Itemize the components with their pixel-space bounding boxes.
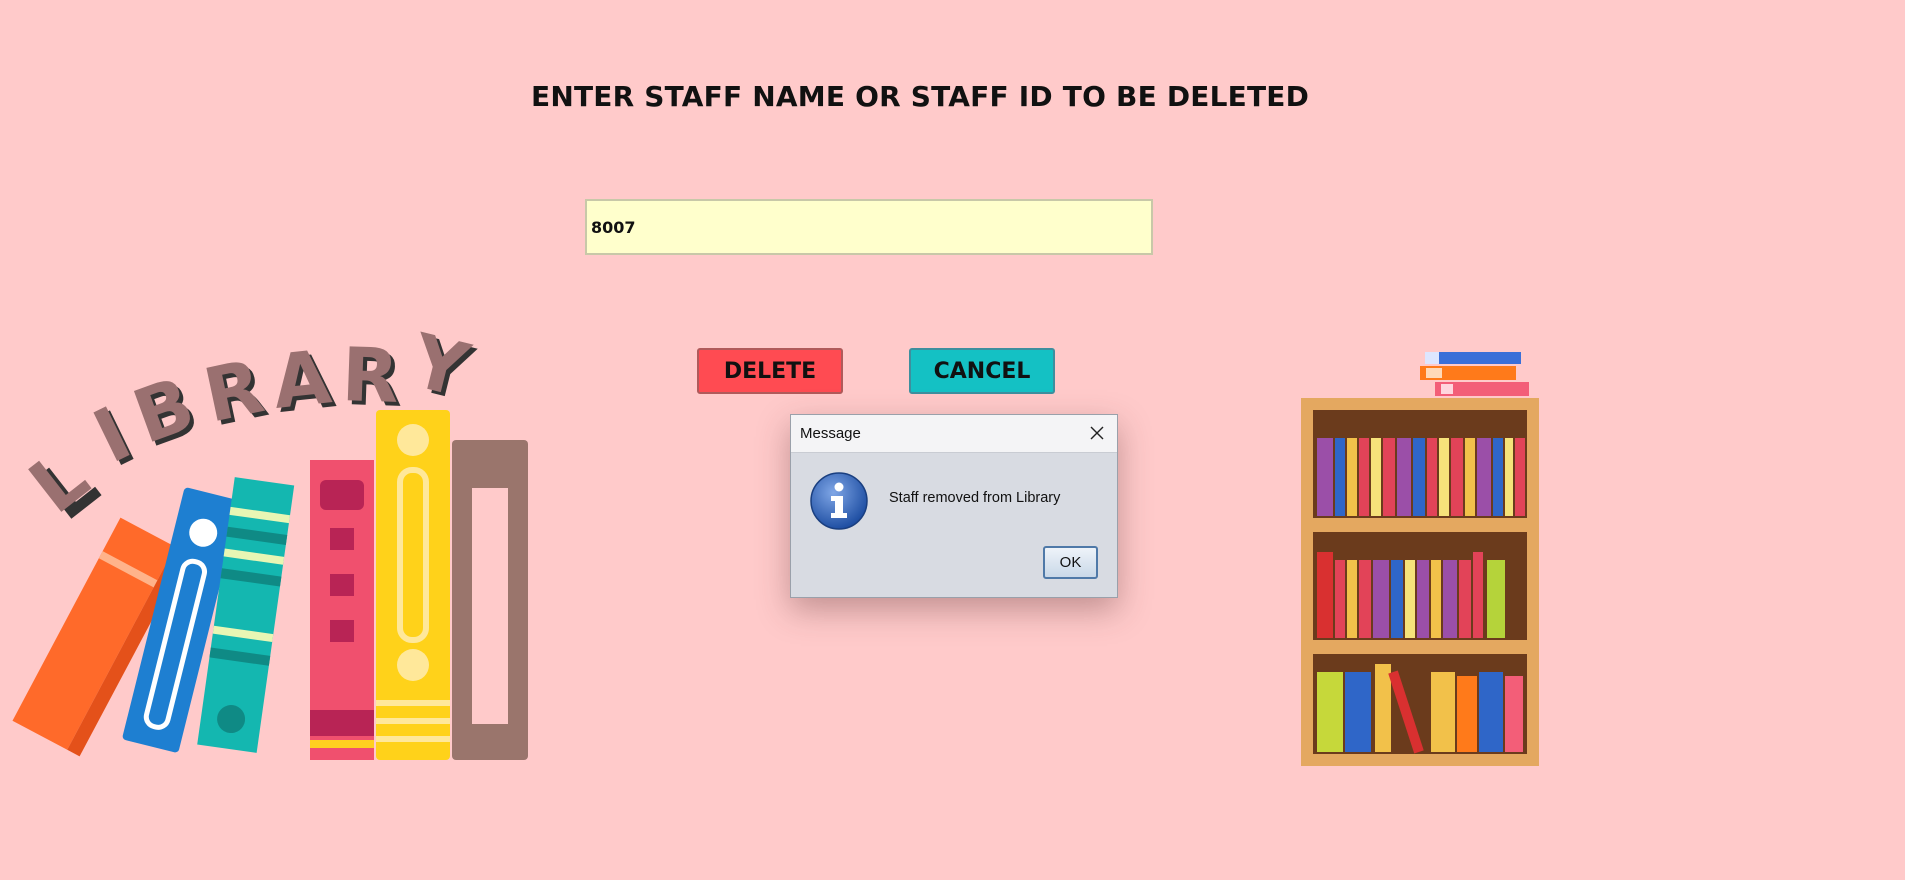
staff-id-input[interactable] bbox=[585, 199, 1153, 255]
bookshelf-illustration bbox=[1301, 352, 1539, 766]
message-dialog: Message Staff removed from Library OK bbox=[790, 414, 1118, 598]
library-books-illustration: L L I I B B R R A A R R Y Y bbox=[12, 318, 528, 760]
delete-button[interactable]: DELETE bbox=[697, 348, 843, 394]
svg-text:Y: Y bbox=[403, 318, 478, 415]
info-icon bbox=[810, 472, 868, 530]
cancel-button[interactable]: CANCEL bbox=[909, 348, 1055, 394]
svg-text:R: R bbox=[197, 344, 271, 440]
close-icon[interactable] bbox=[1087, 423, 1107, 443]
svg-text:B: B bbox=[123, 361, 205, 461]
dialog-titlebar: Message bbox=[791, 415, 1117, 453]
svg-text:A: A bbox=[269, 334, 335, 426]
dialog-title: Message bbox=[800, 425, 861, 442]
ok-button[interactable]: OK bbox=[1043, 546, 1098, 579]
page-heading: ENTER STAFF NAME OR STAFF ID TO BE DELET… bbox=[531, 80, 1310, 113]
dialog-message: Staff removed from Library bbox=[889, 490, 1061, 506]
svg-text:R: R bbox=[340, 332, 400, 420]
